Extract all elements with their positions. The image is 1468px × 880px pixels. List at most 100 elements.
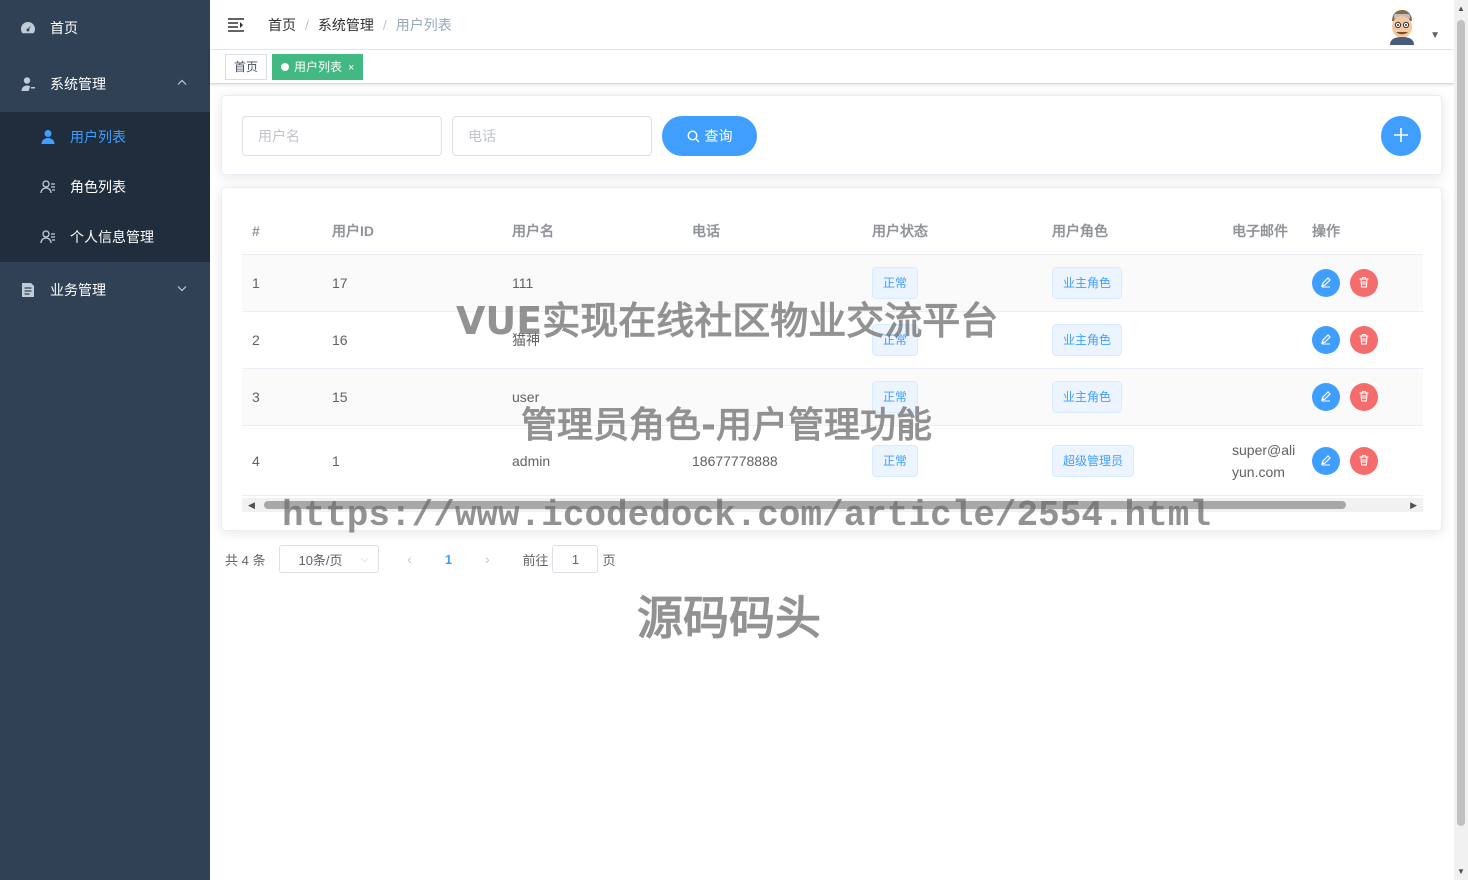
cell-id: 1	[332, 452, 340, 469]
edit-button[interactable]	[1312, 269, 1340, 297]
chevron-down-icon	[176, 283, 188, 298]
role-list-icon	[40, 179, 56, 195]
breadcrumb-home[interactable]: 首页	[268, 15, 296, 35]
scroll-up-icon[interactable]: ▲	[1457, 4, 1465, 13]
sidebar-item-label: 用户列表	[70, 129, 126, 145]
edit-button[interactable]	[1312, 383, 1340, 411]
menu-label-system: 系统管理	[50, 76, 106, 92]
role-badge: 业主角色	[1052, 381, 1123, 413]
goto-suffix: 页	[602, 552, 616, 568]
page-jumper: 前往 页	[522, 545, 616, 573]
scrollbar-thumb[interactable]	[1457, 20, 1465, 826]
pagination-total: 共 4 条	[225, 552, 266, 568]
delete-icon	[1358, 453, 1370, 469]
sidebar-item-user-list[interactable]: 用户列表	[0, 112, 210, 162]
phone-input[interactable]	[452, 116, 652, 156]
search-icon	[686, 129, 700, 143]
next-page-button[interactable]: ›	[472, 551, 502, 567]
close-icon[interactable]: ×	[348, 62, 354, 74]
edit-icon	[1320, 332, 1332, 348]
cell-username: 111	[512, 275, 534, 291]
table-horizontal-scrollbar[interactable]: ◀ ▶	[242, 498, 1423, 512]
delete-icon	[1358, 332, 1370, 348]
column-header: 用户ID	[332, 223, 374, 239]
edit-icon	[1320, 389, 1332, 405]
column-header: 电子邮件	[1232, 223, 1288, 239]
menu-item-system[interactable]: 系统管理	[0, 56, 210, 112]
sidebar-item-label: 角色列表	[70, 179, 126, 195]
delete-button[interactable]	[1350, 383, 1378, 411]
edit-button[interactable]	[1312, 326, 1340, 354]
hamburger-icon[interactable]	[228, 17, 244, 33]
column-header: 用户名	[512, 223, 554, 239]
status-badge: 正常	[872, 267, 919, 299]
navbar: 首页 / 系统管理 / 用户列表 ▼	[210, 0, 1454, 50]
column-header: 电话	[692, 223, 720, 239]
profile-icon	[40, 229, 56, 245]
tags-view: 首页 用户列表 ×	[210, 50, 1454, 84]
query-button[interactable]: 查询	[662, 116, 757, 156]
breadcrumb-system[interactable]: 系统管理	[318, 15, 374, 35]
menu-item-business[interactable]: 业务管理	[0, 262, 210, 318]
submenu-system: 用户列表 角色列表 个人信息管理	[0, 112, 210, 262]
page-size-select[interactable]: 10条/页 ⌵	[279, 545, 380, 573]
prev-page-button[interactable]: ‹	[394, 551, 424, 567]
username-input[interactable]	[242, 116, 442, 156]
cell-phone: 18677778888	[692, 452, 778, 469]
scrollbar-thumb[interactable]	[264, 501, 1346, 509]
cell-email: super@aliyun.com	[1232, 441, 1296, 480]
delete-button[interactable]	[1350, 446, 1378, 475]
column-header: #	[252, 223, 260, 239]
scroll-down-icon[interactable]: ▼	[1457, 867, 1465, 876]
cell-username: admin	[512, 452, 551, 469]
status-badge: 正常	[872, 324, 919, 356]
scroll-right-icon[interactable]: ▶	[1410, 500, 1417, 511]
watermark-brand: 源码码头	[637, 591, 821, 645]
status-badge: 正常	[872, 444, 919, 477]
sidebar-item-role-list[interactable]: 角色列表	[0, 162, 210, 212]
goto-prefix: 前往	[522, 552, 549, 568]
status-badge: 正常	[872, 381, 919, 413]
table-card: # 用户ID 用户名 电话 用户状态 用户角色 电子邮件 操作 1 17 111…	[221, 187, 1442, 531]
table-row: 1 17 111 正常 业主角色	[242, 255, 1423, 312]
sidebar: 首页 系统管理 用户列表 角色列表 个人信息管理 业务管理	[0, 0, 210, 880]
role-badge: 业主角色	[1052, 324, 1123, 356]
plus-icon	[1393, 127, 1409, 146]
role-badge: 业主角色	[1052, 267, 1123, 299]
goto-page-input[interactable]	[552, 545, 599, 573]
query-button-label: 查询	[704, 128, 733, 144]
edit-button[interactable]	[1312, 446, 1340, 475]
sidebar-item-profile[interactable]: 个人信息管理	[0, 212, 210, 262]
page-vertical-scrollbar[interactable]: ▲ ▼	[1454, 0, 1468, 880]
cell-index: 4	[252, 452, 260, 469]
cell-username: user	[512, 389, 540, 405]
table-row: 4 1 admin 18677778888 正常 超级管理员 super@ali…	[242, 426, 1423, 496]
breadcrumb-separator: /	[305, 16, 309, 33]
avatar[interactable]	[1384, 7, 1420, 45]
delete-button[interactable]	[1350, 269, 1378, 297]
caret-down-icon[interactable]: ▼	[1430, 30, 1440, 41]
page-size-value: 10条/页	[298, 552, 343, 568]
scroll-left-icon[interactable]: ◀	[248, 500, 255, 511]
breadcrumb-separator: /	[382, 16, 387, 33]
cell-id: 15	[332, 389, 348, 405]
tag-label: 首页	[234, 60, 259, 74]
delete-button[interactable]	[1350, 326, 1378, 354]
cell-index: 3	[252, 389, 260, 405]
cell-id: 16	[332, 332, 348, 348]
edit-icon	[1320, 453, 1332, 469]
tag-label: 用户列表	[294, 60, 343, 74]
pagination: 共 4 条 10条/页 ⌵ ‹ 1 › 前往 页	[225, 544, 616, 574]
page-number[interactable]: 1	[424, 552, 472, 567]
tag-user-list[interactable]: 用户列表 ×	[272, 54, 364, 80]
menu-label-home: 首页	[50, 20, 78, 36]
table-row: 2 16 猫神 正常 业主角色	[242, 312, 1423, 369]
menu-item-home[interactable]: 首页	[0, 0, 210, 56]
delete-icon	[1358, 275, 1370, 291]
tag-home[interactable]: 首页	[225, 54, 268, 80]
cell-index: 2	[252, 332, 260, 348]
role-badge: 超级管理员	[1052, 444, 1135, 477]
breadcrumb: 首页 / 系统管理 / 用户列表	[268, 15, 452, 35]
menu-label-business: 业务管理	[50, 282, 106, 298]
add-user-button[interactable]	[1381, 116, 1421, 156]
